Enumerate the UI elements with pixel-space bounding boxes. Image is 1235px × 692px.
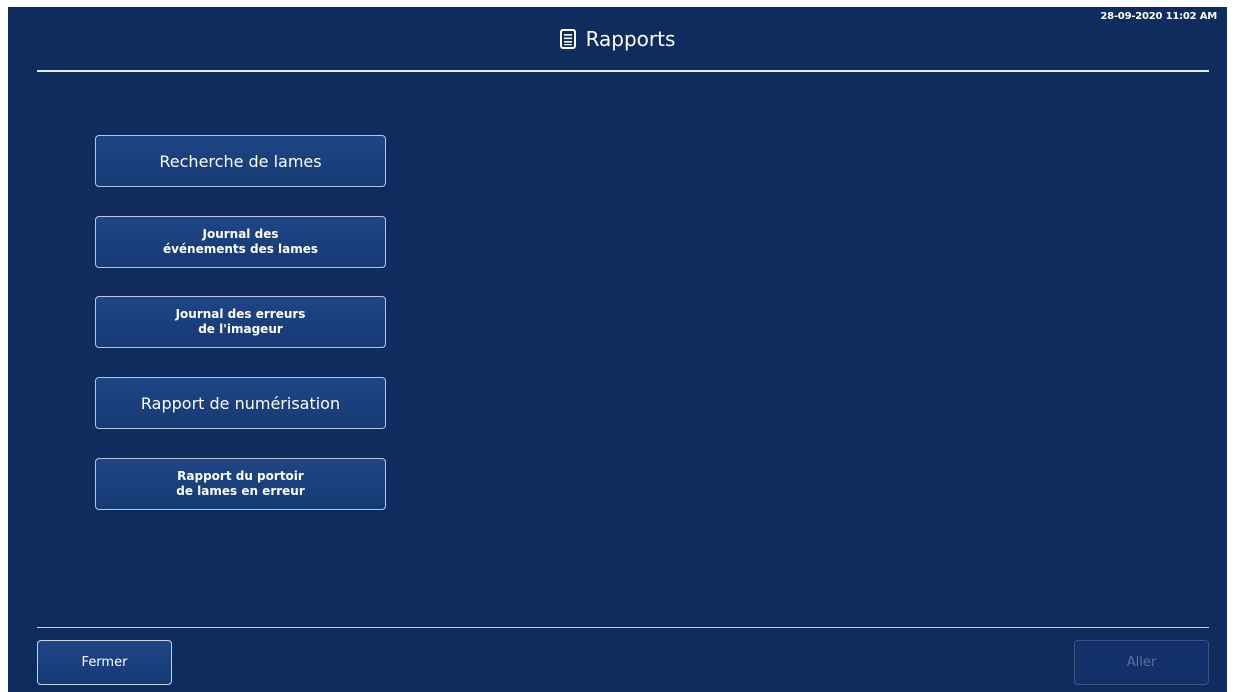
- go-button[interactable]: Aller: [1074, 640, 1209, 685]
- header-divider: [37, 70, 1209, 72]
- go-button-label: Aller: [1126, 655, 1157, 670]
- slide-search-label: Recherche de lames: [159, 151, 322, 171]
- footer-divider: [37, 627, 1209, 628]
- reports-screen: 28-09-2020 11:02 AM Rapports Recherche d…: [8, 7, 1227, 692]
- page-header: Rapports: [8, 27, 1227, 57]
- timestamp: 28-09-2020 11:02 AM: [1100, 11, 1217, 22]
- error-rack-report-label: Rapport du portoir de lames en erreur: [176, 469, 305, 498]
- imager-error-log-button[interactable]: Journal des erreurs de l'imageur: [95, 296, 386, 348]
- close-button-label: Fermer: [81, 655, 128, 670]
- scan-report-label: Rapport de numérisation: [140, 393, 341, 413]
- error-rack-report-button[interactable]: Rapport du portoir de lames en erreur: [95, 458, 386, 510]
- scan-report-button[interactable]: Rapport de numérisation: [95, 377, 386, 429]
- imager-error-log-label: Journal des erreurs de l'imageur: [175, 307, 306, 336]
- slide-search-button[interactable]: Recherche de lames: [95, 135, 386, 187]
- slide-events-log-label: Journal des événements des lames: [162, 227, 319, 256]
- document-icon: [559, 29, 576, 49]
- close-button[interactable]: Fermer: [37, 640, 172, 685]
- slide-events-log-button[interactable]: Journal des événements des lames: [95, 216, 386, 268]
- page-title: Rapports: [585, 27, 676, 51]
